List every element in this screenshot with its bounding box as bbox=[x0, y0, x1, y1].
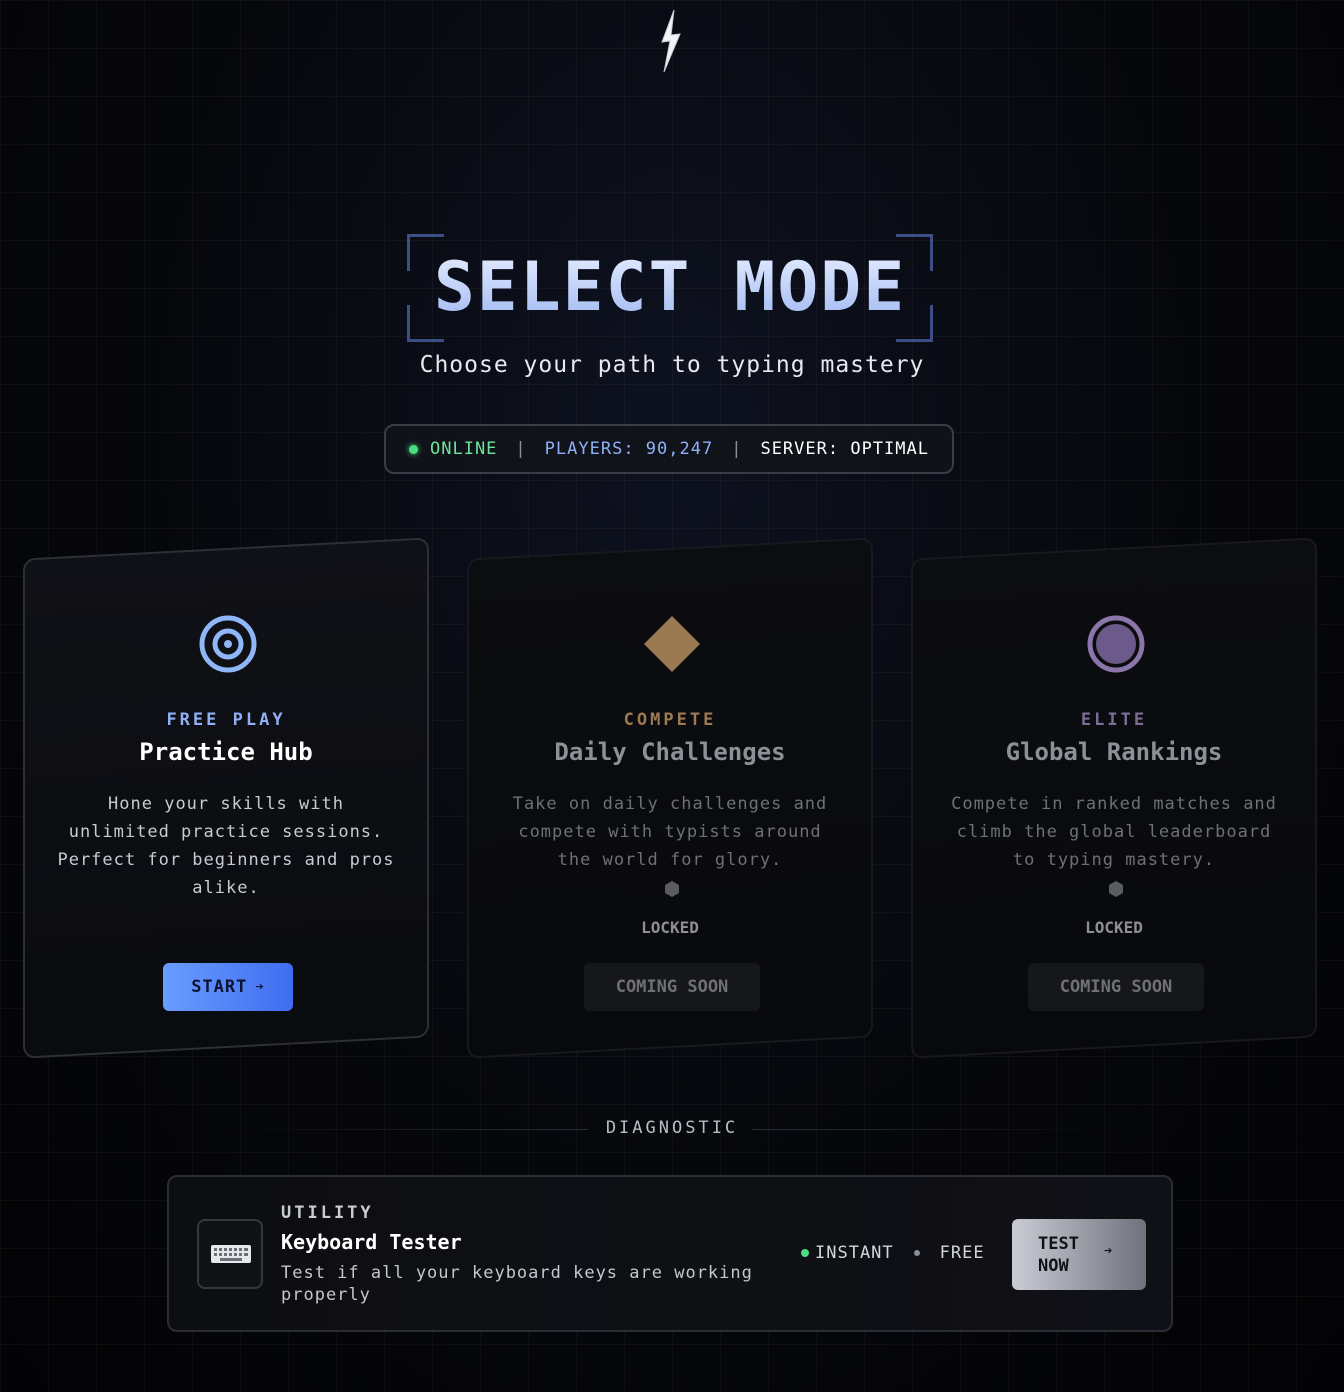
locked-label: LOCKED bbox=[1085, 918, 1143, 937]
mode-card-practice-hub[interactable]: FREE PLAY Practice Hub Hone your skills … bbox=[23, 537, 429, 1059]
lock-hexagon-icon bbox=[665, 881, 679, 897]
arrow-right-icon: ➔ bbox=[1104, 1243, 1113, 1259]
start-button-label: START bbox=[191, 977, 248, 997]
utility-tags: INSTANT FREE bbox=[801, 1243, 985, 1263]
keyboard-tester-card[interactable]: UTILITY Keyboard Tester Test if all your… bbox=[167, 1175, 1173, 1332]
instant-dot-icon bbox=[801, 1249, 809, 1257]
status-separator: | bbox=[731, 439, 743, 459]
tag-separator-dot-icon bbox=[913, 1250, 920, 1256]
server-status-bar: ONLINE | PLAYERS: 90,247 | SERVER: OPTIM… bbox=[384, 424, 954, 474]
server-status: SERVER: OPTIMAL bbox=[760, 439, 929, 459]
target-icon bbox=[199, 615, 257, 673]
diamond-icon bbox=[644, 616, 700, 672]
keyboard-icon-box bbox=[197, 1219, 263, 1289]
page-title: SELECT MODE bbox=[407, 248, 933, 328]
start-button[interactable]: START ➔ bbox=[163, 963, 293, 1011]
utility-kicker: UTILITY bbox=[281, 1203, 374, 1223]
lock-hexagon-icon bbox=[1109, 881, 1123, 897]
card-title: Global Rankings bbox=[1005, 738, 1223, 766]
card-description: Compete in ranked matches and climb the … bbox=[951, 794, 1277, 870]
utility-description: Test if all your keyboard keys are worki… bbox=[281, 1263, 753, 1305]
arrow-right-icon: ➔ bbox=[255, 979, 265, 995]
tag-free: FREE bbox=[939, 1243, 985, 1263]
card-description: Take on daily challenges and compete wit… bbox=[512, 794, 828, 870]
utility-title: Keyboard Tester bbox=[281, 1230, 462, 1254]
card-description: Hone your skills with unlimited practice… bbox=[57, 794, 395, 898]
page-title-frame: SELECT MODE bbox=[407, 234, 933, 342]
online-status-label: ONLINE bbox=[430, 439, 498, 459]
coming-soon-button[interactable]: COMING SOON bbox=[584, 963, 760, 1011]
coming-soon-button[interactable]: COMING SOON bbox=[1028, 963, 1204, 1011]
page-subtitle: Choose your path to typing mastery bbox=[419, 352, 925, 378]
keyboard-icon bbox=[211, 1245, 251, 1263]
lightning-bolt-icon bbox=[661, 9, 681, 73]
section-label-diagnostic: DIAGNOSTIC bbox=[605, 1118, 739, 1138]
card-kicker: FREE PLAY bbox=[166, 710, 286, 730]
mode-card-daily-challenges[interactable]: COMPETE Daily Challenges Take on daily c… bbox=[467, 537, 873, 1059]
players-count: PLAYERS: 90,247 bbox=[544, 439, 714, 459]
card-kicker: COMPETE bbox=[623, 710, 717, 730]
test-now-label: TEST NOW bbox=[1038, 1234, 1079, 1276]
status-separator: | bbox=[515, 439, 527, 459]
online-status-dot-icon bbox=[409, 444, 418, 454]
card-kicker: ELITE bbox=[1080, 710, 1148, 730]
tag-instant: INSTANT bbox=[815, 1243, 894, 1263]
card-title: Practice Hub bbox=[139, 738, 313, 766]
test-now-button[interactable]: TEST NOW ➔ bbox=[1012, 1219, 1146, 1290]
circle-icon bbox=[1087, 615, 1145, 673]
locked-label: LOCKED bbox=[641, 918, 699, 937]
card-title: Daily Challenges bbox=[554, 738, 786, 766]
mode-card-global-rankings[interactable]: ELITE Global Rankings Compete in ranked … bbox=[911, 537, 1317, 1059]
